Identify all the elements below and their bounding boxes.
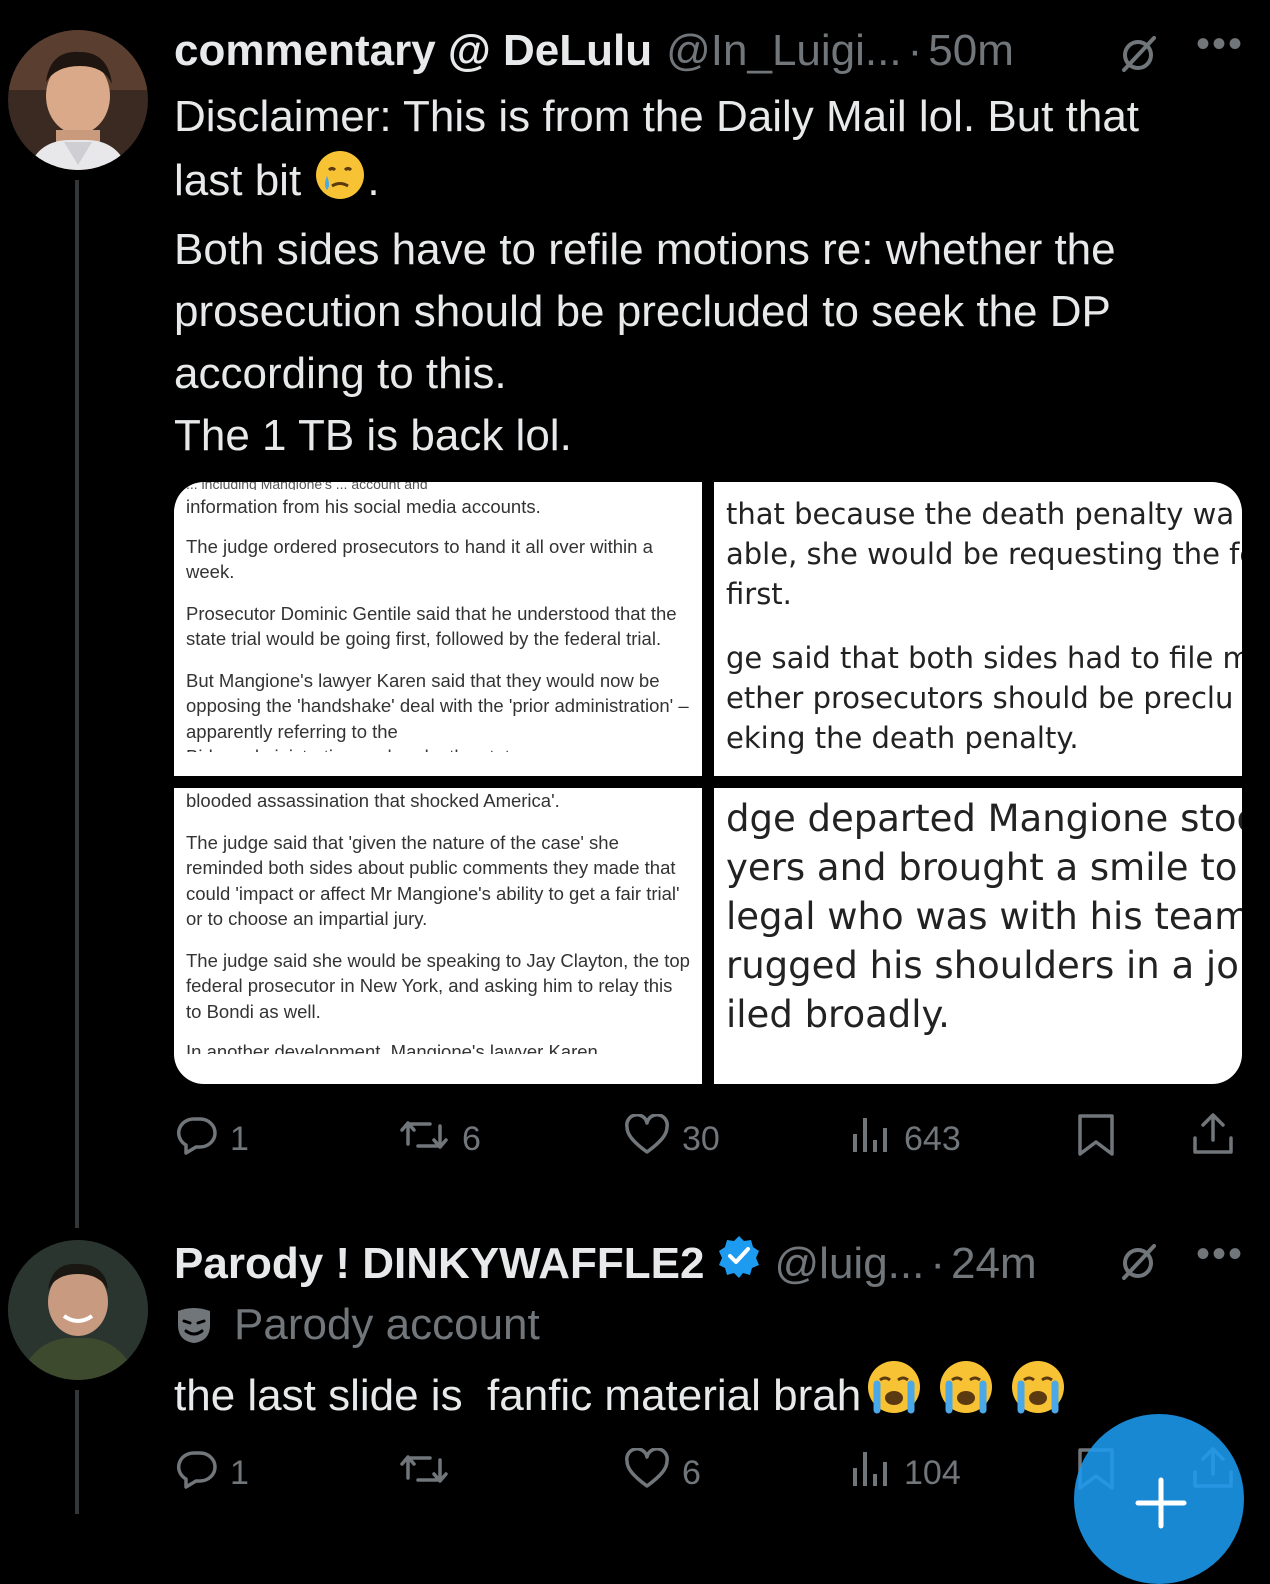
avatar-parody[interactable] [8,1240,148,1380]
reply-icon [176,1448,218,1499]
article-paragraph: The judge said that 'given the nature of… [186,831,680,930]
media-image-3[interactable]: blooded assassination that shocked Ameri… [174,788,702,1084]
repost-button[interactable] [398,1448,462,1499]
avatar-commentary[interactable] [8,30,148,170]
tweet-1-actions: 1 6 30 643 [0,1110,1270,1160]
article-paragraph: Prosecutor Dominic Gentile said that he … [186,602,677,650]
thread-line [75,180,79,1228]
view-count: 104 [904,1454,961,1492]
cut-text-bottom: Biden administration – whereby the state… [186,744,690,752]
loudly-crying-face-emoji [1009,1358,1067,1433]
text-line: Disclaimer: This is from the Daily Mail … [174,92,1140,141]
media-grid[interactable]: ... including Mangione's ... account and… [174,482,1242,1084]
views-icon [850,1448,892,1499]
like-button[interactable]: 6 [624,1447,701,1499]
reply-count: 1 [230,1454,249,1492]
grok-icon[interactable] [1118,1240,1160,1282]
media-image-1[interactable]: ... including Mangione's ... account and… [174,482,702,776]
timestamp[interactable]: 24m [951,1239,1037,1289]
grok-icon[interactable] [1118,32,1160,74]
loudly-crying-face-emoji [865,1358,923,1433]
like-count: 30 [682,1120,720,1158]
reply-button[interactable]: 1 [176,1114,249,1165]
tweet-1-header: commentary @ DeLulu @In_Luigi... · 50m [174,26,1014,76]
like-count: 6 [682,1454,701,1492]
parody-label-text: Parody account [234,1300,540,1349]
cut-text-bottom: In another development, Mangione's lawye… [186,1041,598,1054]
zoomed-text-line: eking the death penalty. [726,721,1079,755]
text-line: The 1 TB is back lol. [174,411,572,460]
reply-count: 1 [230,1120,249,1158]
like-button[interactable]: 30 [624,1113,720,1165]
parody-mask-icon [174,1305,214,1345]
compose-icon [1134,1476,1188,1535]
text-line: according to this. [174,349,507,398]
zoomed-text-line: ether prosecutors should be preclu [726,681,1234,715]
bookmark-button[interactable] [1076,1112,1116,1167]
crying-face-emoji [313,148,367,219]
article-paragraph: The judge said she would be speaking to … [186,949,690,1022]
reply-icon [176,1114,218,1165]
display-name[interactable]: Parody ! DINKYWAFFLE2 [174,1239,705,1289]
zoomed-text-line: rugged his shoulders in a joki [726,944,1242,987]
tweet-text: the last slide is fanfic material brah [174,1370,862,1420]
article-paragraph: blooded assassination that shocked Ameri… [186,790,560,811]
compose-button[interactable] [1074,1414,1244,1584]
article-paragraph: But Mangione's lawyer Karen said that th… [186,669,689,742]
verified-icon [717,1234,761,1289]
reply-button[interactable]: 1 [176,1448,249,1499]
zoomed-text-line: able, she would be requesting the fe [726,537,1242,571]
zoomed-text-line: iled broadly. [726,993,950,1036]
handle[interactable]: @luig... [775,1239,925,1289]
share-button[interactable] [1190,1110,1236,1167]
article-paragraph: information from his social media accoun… [186,496,541,517]
tweet-2-text: the last slide is fanfic material brah [174,1358,1067,1433]
separator-dot: · [930,1239,945,1288]
like-icon [624,1113,670,1165]
zoomed-text-line: dge departed Mangione stoo [726,797,1242,840]
media-image-4[interactable]: dge departed Mangione stoo yers and brou… [714,788,1242,1084]
zoomed-text-line: ge said that both sides had to file mo [726,641,1242,675]
zoomed-text-line: legal who was with his team [726,895,1242,938]
share-icon [1190,1110,1236,1167]
media-image-2[interactable]: that because the death penalty wa able, … [714,482,1242,776]
tweet-2-header: Parody ! DINKYWAFFLE2 @luig... · 24m [174,1234,1037,1289]
handle[interactable]: @In_Luigi... [666,26,901,76]
text-line-with-emoji: last bit . [174,148,1254,219]
repost-icon [398,1114,450,1165]
repost-count: 6 [462,1120,481,1158]
text-line: Both sides have to refile motions re: wh… [174,225,1116,274]
like-icon [624,1447,670,1499]
views-button[interactable]: 643 [850,1114,961,1165]
repost-button[interactable]: 6 [398,1114,481,1165]
display-name[interactable]: commentary @ DeLulu [174,26,652,76]
more-icon[interactable]: ••• [1196,22,1244,67]
loudly-crying-face-emoji [937,1358,995,1433]
bookmark-icon [1076,1112,1116,1167]
zoomed-text-line: that because the death penalty wa [726,497,1235,531]
view-count: 643 [904,1120,961,1158]
zoomed-text-line: yers and brought a smile to f [726,846,1242,889]
tweet-1-text: Disclaimer: This is from the Daily Mail … [174,86,1254,467]
views-icon [850,1114,892,1165]
article-paragraph: The judge ordered prosecutors to hand it… [186,535,653,583]
parody-label: Parody account [174,1300,540,1350]
text-line: prosecution should be precluded to seek … [174,287,1111,336]
more-icon[interactable]: ••• [1196,1232,1244,1277]
timestamp[interactable]: 50m [928,26,1014,76]
views-button[interactable]: 104 [850,1448,961,1499]
separator-dot: · [907,26,923,75]
zoomed-text-line: first. [726,577,792,611]
repost-icon [398,1448,450,1499]
cut-text-top: ... including Mangione's ... account and [186,482,428,490]
